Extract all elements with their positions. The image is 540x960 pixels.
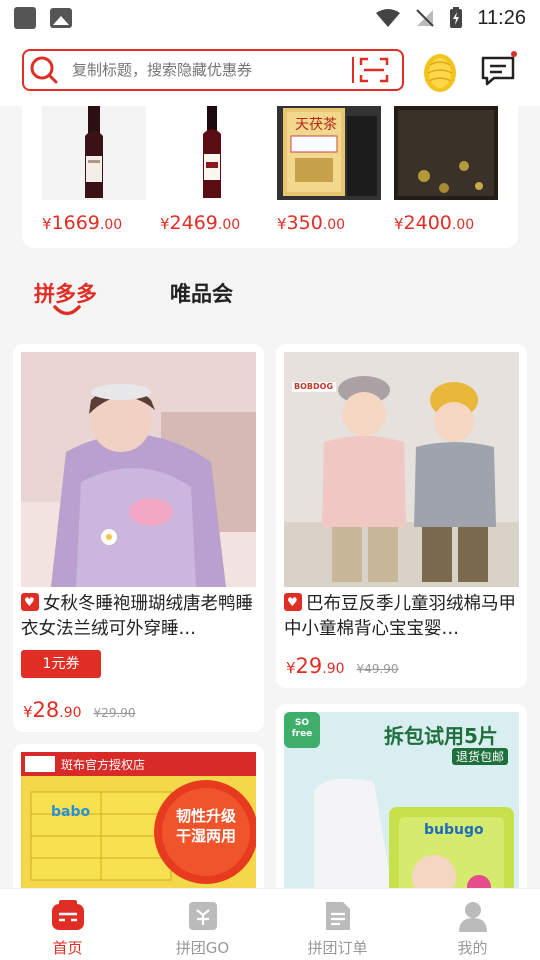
recommended-row: ¥1669.00 ¥2469.00 天茯茶 ¥350.00 ¥2400.00 xyxy=(22,106,518,248)
price: ¥28.90 ¥29.90 xyxy=(23,698,136,722)
order-icon xyxy=(321,899,355,933)
status-bar: 11:26 xyxy=(0,0,540,36)
no-signal-icon xyxy=(416,9,435,27)
product-thumbnail: 天茯茶 xyxy=(277,106,381,200)
price: ¥350.00 xyxy=(277,212,346,234)
brand-logo: babo xyxy=(51,804,91,820)
brand-store-icon xyxy=(21,593,39,611)
brand-store-icon xyxy=(284,593,302,611)
nav-label: 拼团订单 xyxy=(307,939,368,957)
nav-group-go[interactable]: 拼团GO xyxy=(135,889,270,960)
product-image: BOBDOG xyxy=(284,352,519,587)
nav-label: 拼团GO xyxy=(175,939,230,957)
store-banner: 斑布官方授权店 xyxy=(61,758,146,772)
search-icon[interactable] xyxy=(24,51,64,89)
price: ¥2469.00 xyxy=(160,212,241,234)
profile-icon xyxy=(456,899,490,933)
top-product-wine-1[interactable]: ¥1669.00 xyxy=(42,106,146,234)
price: ¥29.90 ¥49.90 xyxy=(286,654,399,678)
header xyxy=(0,36,540,106)
tab-active-indicator xyxy=(53,305,81,316)
nav-home[interactable]: 首页 xyxy=(0,889,135,960)
home-icon xyxy=(51,899,85,933)
notification-icon xyxy=(14,7,36,29)
unread-dot xyxy=(511,51,517,57)
wifi-icon xyxy=(376,9,401,27)
price: ¥1669.00 xyxy=(42,212,123,234)
free-badge: SO free xyxy=(291,718,313,739)
product-card-kids-vest[interactable]: BOBDOG 巴布豆反季儿童羽绒棉马甲中小童棉背心宝宝婴… ¥29.90¥49.… xyxy=(276,344,527,688)
search-input[interactable] xyxy=(72,61,352,79)
coupon-badge[interactable]: 1元券 xyxy=(21,650,101,678)
original-price: ¥49.90 xyxy=(356,662,399,676)
search-box[interactable] xyxy=(22,49,404,91)
tea-box-label: 天茯茶 xyxy=(295,117,337,133)
brand-logo: bubugo xyxy=(424,822,484,838)
golden-egg-icon[interactable] xyxy=(422,49,458,93)
nav-profile[interactable]: 我的 xyxy=(405,889,540,960)
group-go-icon xyxy=(186,899,220,933)
clock: 11:26 xyxy=(477,6,526,29)
top-product-tea-box[interactable]: 天茯茶 ¥350.00 xyxy=(277,106,381,234)
scan-icon[interactable] xyxy=(354,51,394,89)
product-thumbnail xyxy=(42,106,146,200)
product-image xyxy=(21,352,256,587)
product-thumbnail xyxy=(394,106,498,200)
tab-vipshop[interactable]: 唯品会 xyxy=(170,278,233,308)
product-title[interactable]: 女秋冬睡袍珊瑚绒唐老鸭睡衣女法兰绒可外穿睡… xyxy=(21,592,256,642)
nav-label: 我的 xyxy=(457,939,488,957)
original-price: ¥29.90 xyxy=(93,706,136,720)
product-card-robe[interactable]: 女秋冬睡袍珊瑚绒唐老鸭睡衣女法兰绒可外穿睡… 1元券 ¥28.90¥29.90 xyxy=(13,344,264,732)
top-product-wine-2[interactable]: ¥2469.00 xyxy=(160,106,264,234)
product-thumbnail xyxy=(160,106,264,200)
image-notification-icon xyxy=(50,8,72,28)
promo-subtext: 退货包邮 xyxy=(452,748,509,765)
price: ¥2400.00 xyxy=(394,212,475,234)
promo-text: 拆包试用5片 xyxy=(384,724,498,748)
promo-text: 韧性升级 干湿两用 xyxy=(175,807,236,845)
nav-label: 首页 xyxy=(52,939,83,957)
battery-charging-icon xyxy=(450,7,463,28)
top-product-tea-brick[interactable]: ¥2400.00 xyxy=(394,106,498,234)
product-title[interactable]: 巴布豆反季儿童羽绒棉马甲中小童棉背心宝宝婴… xyxy=(284,592,519,642)
bottom-nav: 首页 拼团GO 拼团订单 我的 xyxy=(0,888,540,960)
brand-logo: BOBDOG xyxy=(294,382,334,391)
nav-group-orders[interactable]: 拼团订单 xyxy=(270,889,405,960)
